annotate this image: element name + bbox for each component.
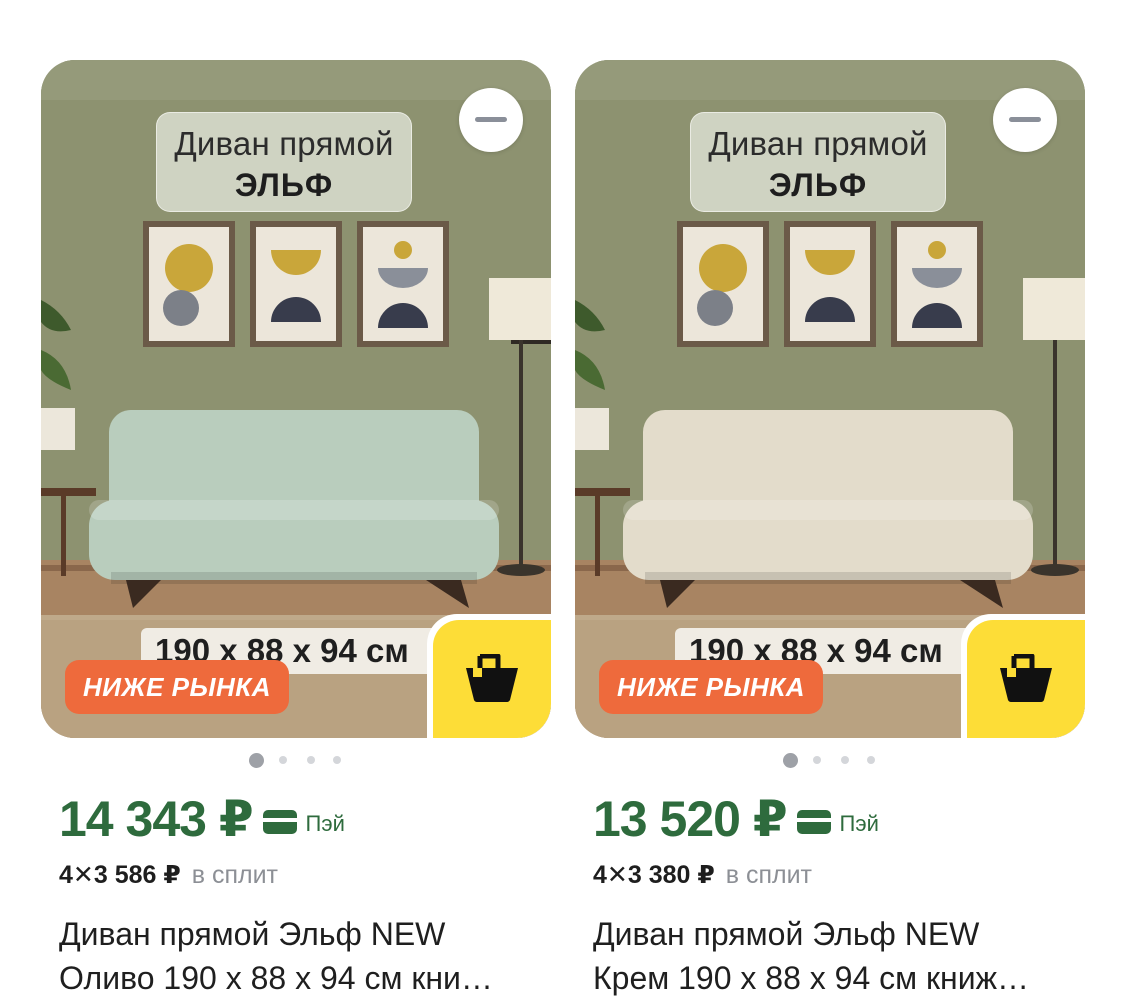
gallery-dots[interactable] [575,753,1085,769]
split-amount: 4✕3 380 ₽ [593,861,715,889]
product-photo[interactable]: Диван прямой ЭЛЬФ 190 x 88 x 94 см НИЖЕ … [575,60,1085,738]
price: 13 520 ₽ [593,791,788,847]
remove-button[interactable] [993,88,1057,152]
product-name-line1: Диван прямой Эльф NEW [593,916,980,952]
gallery-dots[interactable] [41,753,551,769]
price-badge: НИЖЕ РЫНКА [65,660,290,714]
price-row: 13 520 ₽ Пэй [593,790,879,850]
pay-label: Пэй [839,811,879,836]
gallery-dot[interactable] [307,756,315,764]
price-row: 14 343 ₽ Пэй [59,790,345,850]
add-to-cart-button[interactable] [427,614,551,738]
product-name[interactable]: Диван прямой Эльф NEW Крем 190 х 88 х 94… [593,912,1073,1000]
photo-title-line1: Диван прямой [708,125,928,162]
split-label: в сплит [725,861,812,889]
photo-title-line1: Диван прямой [174,125,394,162]
pay-label: Пэй [305,811,345,836]
photo-title-plate: Диван прямой ЭЛЬФ [690,112,946,212]
photo-title-line2: ЭЛЬФ [234,167,334,203]
product-name-line1: Диван прямой Эльф NEW [59,916,446,952]
split-row: 4✕3 586 ₽ в сплит [59,860,278,890]
split-amount: 4✕3 586 ₽ [59,861,181,889]
product-name-line2: Оливо 190 х 88 х 94 см кни… [59,960,493,996]
price: 14 343 ₽ [59,791,254,847]
split-label: в сплит [191,861,278,889]
gallery-dot[interactable] [333,756,341,764]
product-card[interactable]: Диван прямой ЭЛЬФ 190 x 88 x 94 см НИЖЕ … [41,60,551,996]
minus-icon [1009,117,1041,122]
gallery-dot[interactable] [867,756,875,764]
product-card[interactable]: Диван прямой ЭЛЬФ 190 x 88 x 94 см НИЖЕ … [575,60,1085,996]
gallery-dot[interactable] [783,753,798,768]
card-icon [263,810,298,834]
remove-button[interactable] [459,88,523,152]
product-name[interactable]: Диван прямой Эльф NEW Оливо 190 х 88 х 9… [59,912,539,1000]
card-icon [797,810,832,834]
product-photo[interactable]: Диван прямой ЭЛЬФ 190 x 88 x 94 см НИЖЕ … [41,60,551,738]
price-badge: НИЖЕ РЫНКА [599,660,824,714]
photo-title-plate: Диван прямой ЭЛЬФ [156,112,412,212]
gallery-dot[interactable] [841,756,849,764]
photo-title-line2: ЭЛЬФ [768,167,868,203]
minus-icon [475,117,507,122]
split-row: 4✕3 380 ₽ в сплит [593,860,812,890]
gallery-dot[interactable] [279,756,287,764]
basket-icon [1000,654,1052,702]
gallery-dot[interactable] [813,756,821,764]
gallery-dot[interactable] [249,753,264,768]
basket-icon [466,654,518,702]
add-to-cart-button[interactable] [961,614,1085,738]
product-name-line2: Крем 190 х 88 х 94 см книж… [593,960,1029,996]
